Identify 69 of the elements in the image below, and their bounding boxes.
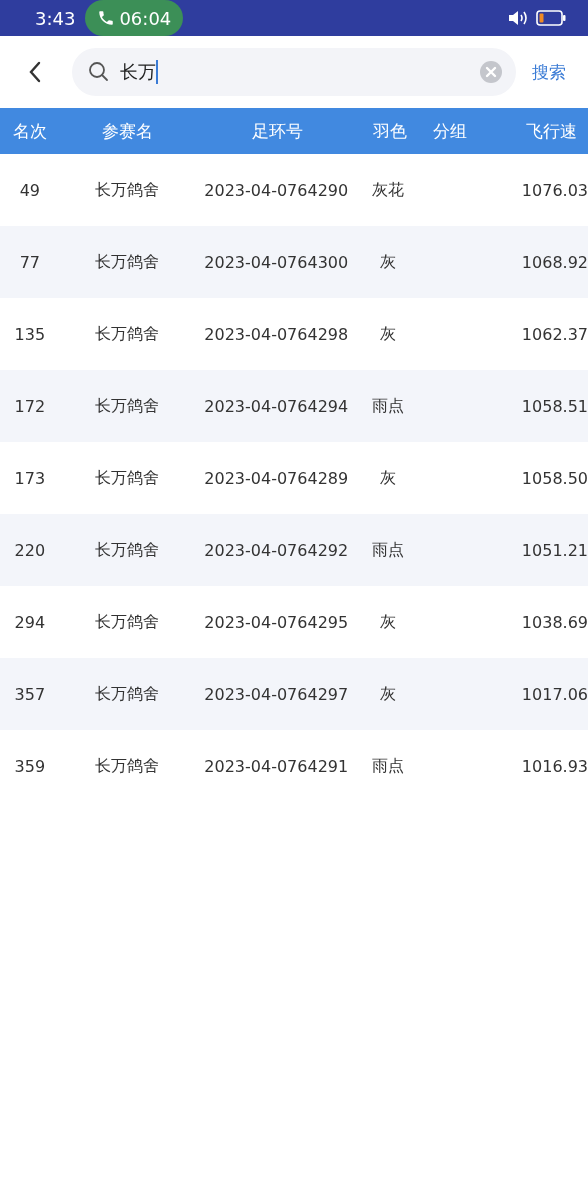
table-cell-text: 2023-04-0764294	[203, 396, 350, 416]
table-cell-text: 长万鸽舍	[93, 251, 160, 273]
table-cell-text: 长万鸽舍	[93, 179, 160, 201]
table-cell-text: 1051.21	[520, 540, 588, 560]
table-cell-text: 长万鸽舍	[93, 683, 160, 705]
table-cell-text: 1058.51	[520, 396, 588, 416]
table-cell-text: 长万鸽舍	[93, 395, 160, 417]
table-cell-text: 1016.93	[520, 756, 588, 776]
table-cell-text: 1017.06	[520, 684, 588, 704]
table-cell-text: 357	[13, 684, 47, 704]
table-row[interactable]: 357 长万鸽舍 2023-04-0764297 灰 1017.06	[0, 658, 588, 730]
table-cell-text: 173	[13, 468, 47, 488]
table-cell-text: 雨点	[371, 755, 406, 777]
column-header[interactable]: 羽色	[360, 119, 420, 143]
table-cell-text: 灰	[379, 323, 398, 345]
table-cell-text: 49	[18, 180, 42, 200]
table-cell-text: 2023-04-0764298	[203, 324, 350, 344]
search-icon	[88, 61, 110, 83]
search-button[interactable]: 搜索	[528, 56, 570, 88]
table-cell-text: 172	[13, 396, 47, 416]
table-cell-text: 294	[13, 612, 47, 632]
column-header[interactable]: 分组	[420, 119, 480, 143]
table-row[interactable]: 220 长万鸽舍 2023-04-0764292 雨点 1051.21	[0, 514, 588, 586]
call-pill[interactable]: 06:04	[85, 0, 184, 36]
table-cell-text: 2023-04-0764297	[203, 684, 350, 704]
table-row[interactable]: 172 长万鸽舍 2023-04-0764294 雨点 1058.51	[0, 370, 588, 442]
column-header[interactable]: 飞行速	[480, 119, 588, 143]
table-cell-text: 灰	[379, 467, 398, 489]
table-cell-text: 长万鸽舍	[93, 755, 160, 777]
table-cell-text: 1038.69	[520, 612, 588, 632]
table-row[interactable]: 294 长万鸽舍 2023-04-0764295 灰 1038.69	[0, 586, 588, 658]
table-cell-text: 1058.50	[520, 468, 588, 488]
table-cell-text: 1076.03	[520, 180, 588, 200]
table-cell-text: 77	[18, 252, 42, 272]
table-cell-text: 1062.37	[520, 324, 588, 344]
table-cell-text: 长万鸽舍	[93, 611, 160, 633]
table-cell-text: 2023-04-0764295	[203, 612, 350, 632]
table-row[interactable]: 77 长万鸽舍 2023-04-0764300 灰 1068.92	[0, 226, 588, 298]
table-row[interactable]: 135 长万鸽舍 2023-04-0764298 灰 1062.37	[0, 298, 588, 370]
status-time: 3:43	[35, 7, 76, 29]
table-cell-text: 359	[13, 756, 47, 776]
battery-icon	[536, 10, 566, 26]
table-cell-text: 灰	[379, 683, 398, 705]
column-header[interactable]: 足环号	[195, 119, 360, 143]
table-cell-text: 灰花	[371, 179, 406, 201]
table-cell-text: 2023-04-0764290	[203, 180, 350, 200]
table-row[interactable]: 359 长万鸽舍 2023-04-0764291 雨点 1016.93	[0, 730, 588, 802]
column-header[interactable]: 名次	[0, 119, 60, 143]
table-cell-text: 1068.92	[520, 252, 588, 272]
table-cell-text: 灰	[379, 611, 398, 633]
table-row[interactable]: 173 长万鸽舍 2023-04-0764289 灰 1058.50	[0, 442, 588, 514]
table-cell-text: 长万鸽舍	[93, 467, 160, 489]
table-cell-text: 2023-04-0764300	[203, 252, 350, 272]
column-header[interactable]: 参赛名	[60, 119, 195, 143]
table-cell-text: 2023-04-0764289	[203, 468, 350, 488]
table-cell-text: 雨点	[371, 395, 406, 417]
search-field[interactable]: 长万	[72, 48, 516, 96]
table-cell-text: 135	[13, 324, 47, 344]
table-row[interactable]: 49 长万鸽舍 2023-04-0764290 灰花 1076.03	[0, 154, 588, 226]
table-cell-text: 220	[13, 540, 47, 560]
table-cell-text: 2023-04-0764292	[203, 540, 350, 560]
table-cell-text: 2023-04-0764291	[203, 756, 350, 776]
volume-icon	[508, 10, 528, 26]
table-cell-text: 长万鸽舍	[93, 323, 160, 345]
table-cell-text: 灰	[379, 251, 398, 273]
table-cell-text: 雨点	[371, 539, 406, 561]
phone-icon	[97, 9, 116, 27]
table-cell-text: 长万鸽舍	[93, 539, 160, 561]
back-icon[interactable]	[28, 60, 42, 84]
